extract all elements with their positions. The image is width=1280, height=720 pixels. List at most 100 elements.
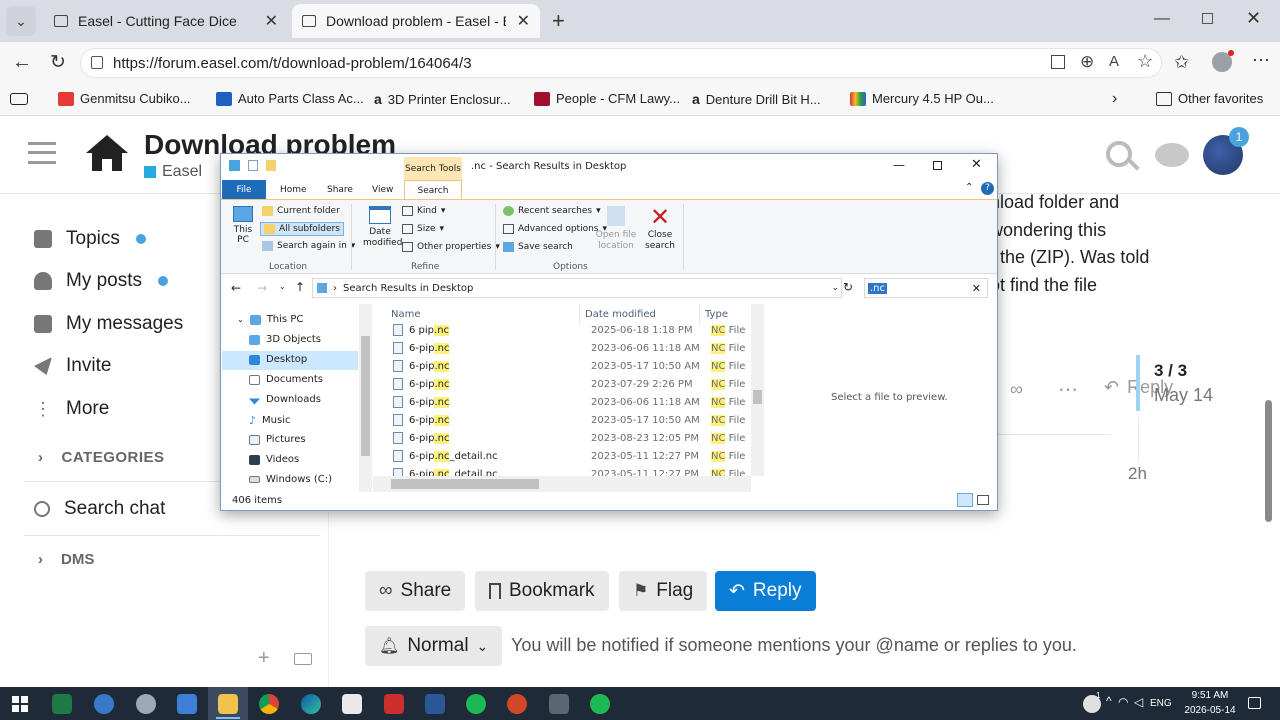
edge-app-icon[interactable]: [301, 694, 321, 714]
file-type-match: NC: [711, 432, 726, 444]
favorite-link[interactable]: Mercury 4.5 HP Ou...: [850, 91, 994, 106]
sidebar-item-invite[interactable]: Invite: [34, 355, 111, 377]
restore-button[interactable]: [1202, 13, 1213, 24]
refresh-button[interactable]: ↻: [50, 51, 66, 74]
file-row[interactable]: 6-pip.nc 2023-06-06 11:18 AM NC File: [391, 393, 755, 411]
favorite-link[interactable]: Auto Parts Class Ac...: [216, 91, 364, 106]
favorite-link[interactable]: Genmitsu Cubiko...: [58, 91, 191, 106]
excel-app-icon[interactable]: [52, 694, 72, 714]
chrome-app-icon[interactable]: [259, 694, 279, 714]
new-channel-plus-icon[interactable]: +: [258, 647, 270, 670]
notification-level-dropdown[interactable]: 🔔︎ Normal ⌄: [365, 626, 503, 666]
close-tab-icon[interactable]: ✕: [265, 11, 278, 31]
back-button[interactable]: ←: [12, 51, 32, 74]
link-icon[interactable]: ∞: [1010, 379, 1023, 400]
dms-label: DMS: [61, 551, 95, 568]
home-logo-icon[interactable]: [84, 133, 130, 173]
new-tab-button[interactable]: +: [552, 8, 565, 34]
search-chat[interactable]: Search chat: [34, 498, 165, 520]
flag-label: Flag: [656, 580, 694, 601]
file-type: NC File: [711, 378, 745, 390]
sidebar-item-topics[interactable]: Topics: [34, 228, 146, 250]
categories-section-toggle[interactable]: › CATEGORIES: [38, 449, 165, 466]
app-icon[interactable]: [342, 694, 362, 714]
app-icon[interactable]: [94, 694, 114, 714]
chat-icon[interactable]: [1155, 143, 1189, 167]
timeline-track[interactable]: [1136, 355, 1140, 411]
favorites-icon[interactable]: ✩: [1174, 52, 1189, 73]
sidebar-item-my-messages[interactable]: My messages: [34, 313, 183, 335]
zoom-icon[interactable]: ⊕: [1080, 52, 1094, 72]
search-icon-handle: [1128, 159, 1140, 171]
favorite-link[interactable]: People - CFM Lawy...: [534, 91, 680, 106]
wifi-icon[interactable]: ◠: [1118, 695, 1128, 709]
other-favorites[interactable]: Other favorites: [1156, 91, 1263, 106]
file-row[interactable]: 6-pip.nc 2023-07-29 2:26 PM NC File: [391, 375, 755, 393]
spotify-app-icon[interactable]: [590, 694, 610, 714]
read-aloud-icon[interactable]: A: [1109, 53, 1119, 70]
reply-arrow-icon: ↶: [729, 580, 745, 602]
post-divider: [990, 434, 1110, 435]
details-view-button[interactable]: [957, 493, 973, 507]
file-name: 6-pip.nc: [409, 378, 591, 390]
search-icon[interactable]: [1106, 141, 1132, 167]
spotify-app-icon[interactable]: [466, 694, 486, 714]
file-row[interactable]: 6 pip.nc 2025-06-18 1:18 PM NC File: [391, 321, 755, 339]
file-row[interactable]: 6-pip.nc 2023-06-06 11:18 AM NC File: [391, 339, 755, 357]
favorite-link[interactable]: a Denture Drill Bit H...: [692, 91, 821, 107]
address-bar[interactable]: https://forum.easel.com/t/download-probl…: [80, 48, 1162, 78]
sidebar-divider: [24, 535, 320, 536]
word-app-icon[interactable]: [425, 694, 445, 714]
notification-center-icon[interactable]: [1248, 697, 1261, 709]
app-icon[interactable]: [177, 694, 197, 714]
clock-time[interactable]: 9:51 AM: [1187, 690, 1233, 701]
tab-actions-button[interactable]: ⌄: [6, 6, 36, 36]
tab-inactive[interactable]: Easel - Cutting Face Dice ✕: [44, 4, 288, 38]
powerpoint-app-icon[interactable]: [507, 694, 527, 714]
app-available-icon[interactable]: [1051, 55, 1065, 69]
file-list-horizontal-scrollbar[interactable]: [373, 476, 751, 492]
file-row[interactable]: 6-pip.nc 2023-05-17 10:50 AM NC File: [391, 411, 755, 429]
file-row[interactable]: 6-pip.nc 2023-05-17 10:50 AM NC File: [391, 357, 755, 375]
start-windows-icon[interactable]: [12, 696, 28, 712]
sidebar-item-more[interactable]: ⋮ More: [34, 398, 109, 420]
flag-button[interactable]: ⚑ Flag: [619, 571, 708, 611]
favorite-link[interactable]: a 3D Printer Enclosur...: [374, 91, 511, 107]
clock-date[interactable]: 2026-05-14: [1180, 705, 1240, 716]
bookmark-button[interactable]: Bookmark: [475, 571, 609, 611]
settings-menu-icon[interactable]: ⋯: [1252, 50, 1270, 71]
large-icons-view-button[interactable]: [977, 495, 989, 505]
file-name-base: 6-pip: [409, 360, 435, 372]
share-button[interactable]: ∞ Share: [365, 571, 466, 611]
favorites-overflow-chevron[interactable]: ›: [1112, 90, 1117, 108]
app-icon[interactable]: [136, 694, 156, 714]
close-tab-icon[interactable]: ✕: [517, 11, 530, 31]
tab-active[interactable]: Download problem - Easel - Easel ✕: [292, 4, 540, 38]
app-icon[interactable]: [384, 694, 404, 714]
timeline-end-time: 2h: [1128, 464, 1147, 483]
reply-button[interactable]: ↶ Reply: [715, 571, 816, 611]
more-actions-icon[interactable]: ⋯: [1058, 377, 1078, 402]
file-type-match: NC: [711, 324, 726, 336]
keyboard-icon[interactable]: [294, 653, 312, 665]
minimize-button[interactable]: —: [1154, 10, 1170, 28]
favorites-folder-icon[interactable]: [10, 93, 28, 105]
volume-icon[interactable]: ◁: [1134, 695, 1143, 709]
show-hidden-icons-chevron[interactable]: ^: [1106, 694, 1112, 708]
hamburger-menu-icon[interactable]: [28, 142, 56, 164]
calculator-app-icon[interactable]: [549, 694, 569, 714]
site-icon: [850, 91, 866, 106]
page-scrollbar[interactable]: [1265, 400, 1272, 522]
dms-section-toggle[interactable]: › DMS: [38, 551, 94, 568]
file-row[interactable]: 6-pip.nc 2023-08-23 12:05 PM NC File: [391, 429, 755, 447]
favorite-star-icon[interactable]: ☆: [1137, 51, 1153, 72]
file-row[interactable]: 6-pip.nc_detail.nc 2023-05-11 12:27 PM NC …: [391, 465, 755, 476]
sidebar-item-my-posts[interactable]: My posts: [34, 270, 169, 292]
file-explorer-app-icon[interactable]: [218, 694, 238, 714]
input-language[interactable]: ENG: [1150, 698, 1172, 709]
topic-category[interactable]: Easel: [144, 163, 202, 181]
file-list-vertical-scrollbar[interactable]: [751, 304, 764, 476]
file-row[interactable]: 6-pip.nc_detail.nc 2023-05-11 12:27 PM NC …: [391, 447, 755, 465]
file-name-suffix: _detail.nc: [449, 468, 498, 477]
close-window-button[interactable]: ✕: [1246, 8, 1261, 29]
